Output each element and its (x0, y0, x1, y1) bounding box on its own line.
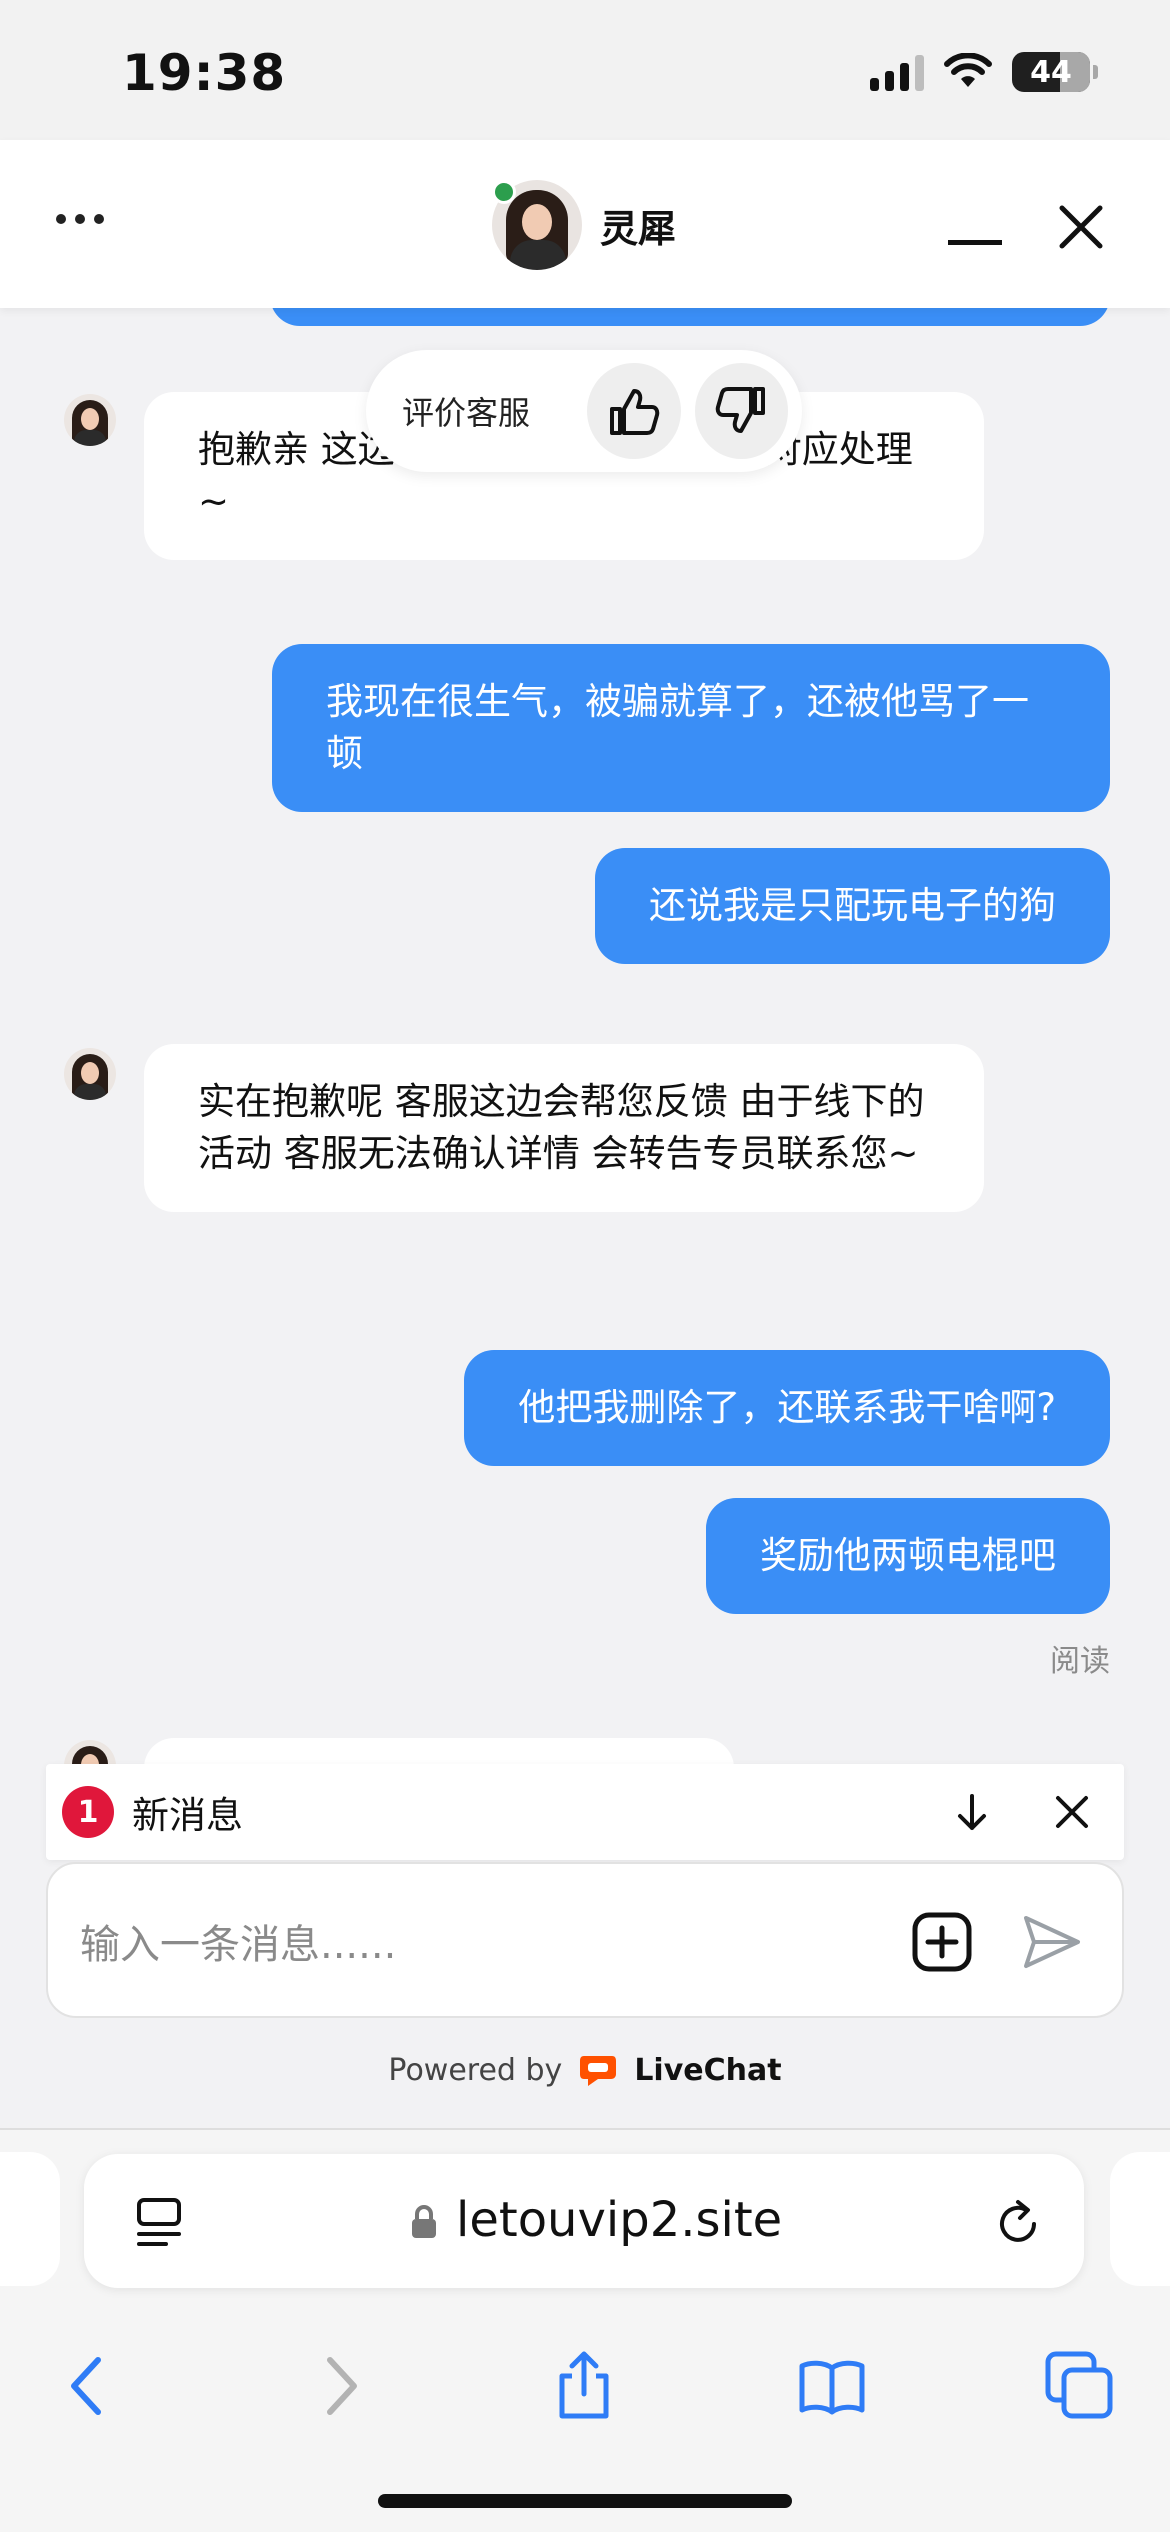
tabs-icon[interactable] (1044, 2350, 1116, 2422)
new-message-label: 新消息 (132, 1794, 243, 1837)
agent-avatar-small (64, 1048, 116, 1100)
minimize-icon[interactable] (948, 240, 1002, 245)
agent-name: 灵犀 (600, 206, 677, 251)
status-icons: 44 (870, 52, 1098, 92)
rate-agent-popup: 评价客服 (366, 350, 802, 472)
back-icon[interactable] (52, 2350, 124, 2422)
arrow-down-icon[interactable] (948, 1788, 996, 1836)
reload-icon[interactable] (992, 2196, 1044, 2248)
thumbs-down-icon[interactable] (694, 363, 788, 459)
lock-icon (412, 2205, 436, 2238)
thumbs-up-icon[interactable] (587, 363, 681, 459)
home-indicator[interactable] (378, 2494, 792, 2508)
message-agent: 实在抱歉呢 客服这边会帮您反馈 由于线下的活动 客服无法确认详情 会转告专员联系… (144, 1044, 984, 1212)
close-icon[interactable] (1048, 1788, 1096, 1836)
wifi-icon (944, 53, 992, 87)
battery-icon: 44 (1012, 52, 1098, 92)
page-menu-icon[interactable] (134, 2196, 184, 2248)
cellular-signal-icon (870, 53, 924, 91)
rate-label: 评价客服 (402, 394, 531, 432)
online-status-dot (492, 180, 516, 204)
message-user: 我现在很生气，被骗就算了，还被他骂了一顿 (272, 644, 1110, 812)
share-icon[interactable] (548, 2350, 620, 2422)
message-user: 奖励他两顿电棍吧 (706, 1498, 1110, 1614)
message-input-placeholder: 输入一条消息...... (80, 1922, 397, 1968)
unread-badge: 1 (62, 1786, 114, 1838)
livechat-logo-icon (580, 2056, 617, 2086)
browser-nav-toolbar (0, 2320, 1170, 2440)
prev-tab-preview[interactable] (0, 2152, 60, 2286)
status-bar: 19:38 44 (0, 0, 1170, 140)
agent-avatar-small (64, 394, 116, 446)
agent-info: 灵犀 (492, 180, 676, 270)
message-user: 还说我是只配玩电子的狗 (595, 848, 1110, 964)
message-user: 他把我删除了，还联系我干啥啊? (464, 1350, 1110, 1466)
add-icon[interactable] (910, 1910, 974, 1974)
close-icon[interactable] (1056, 202, 1106, 252)
read-status: 阅读 (1050, 1644, 1110, 1679)
ellipsis-icon[interactable] (56, 214, 104, 224)
battery-level: 44 (1030, 54, 1072, 90)
message-input[interactable]: 输入一条消息...... (46, 1862, 1124, 2018)
send-icon[interactable] (1020, 1910, 1084, 1974)
powered-by: Powered by LiveChat (0, 2052, 1170, 2088)
forward-icon[interactable] (304, 2350, 376, 2422)
browser-toolbar: letouvip2.site (0, 2128, 1170, 2532)
new-message-banner[interactable]: 1 新消息 (46, 1764, 1124, 1860)
url-text: letouvip2.site (456, 2192, 783, 2248)
powered-by-label: Powered by (388, 2052, 563, 2088)
livechat-brand: LiveChat (634, 2052, 782, 2088)
address-bar[interactable]: letouvip2.site (84, 2154, 1084, 2288)
bookmarks-icon[interactable] (796, 2350, 868, 2422)
chat-header: 灵犀 (0, 140, 1170, 308)
next-tab-preview[interactable] (1110, 2152, 1170, 2286)
status-time: 19:38 (122, 44, 287, 102)
